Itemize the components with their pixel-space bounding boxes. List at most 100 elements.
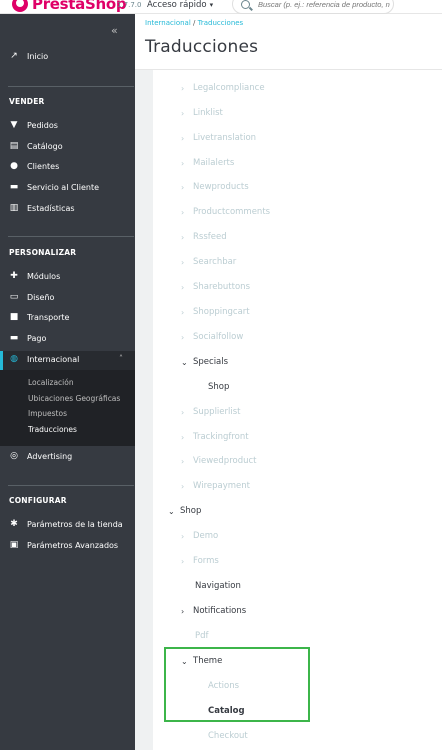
- tree-node-shop[interactable]: ⌄ Shop: [168, 506, 201, 516]
- sidebar-item-inicio[interactable]: ↗ Inicio: [8, 51, 48, 61]
- submenu-item-localizacion[interactable]: Localización: [28, 378, 74, 387]
- chevron-right-icon: ›: [181, 282, 185, 292]
- tree-node-label: Pdf: [195, 631, 209, 641]
- app-window: PrestaShop 1.7.7.0 Acceso rápido▾ « ↗ In…: [0, 0, 442, 750]
- tree-node-label: Sharebuttons: [193, 282, 250, 292]
- tree-node-pdf[interactable]: Pdf: [195, 631, 209, 641]
- tree-node-label: Productcomments: [193, 207, 271, 217]
- tree-node-label: Newproducts: [193, 182, 249, 192]
- tree-node-supplierlist[interactable]: › Supplierlist: [181, 407, 241, 417]
- sidebar-item-label: Diseño: [27, 292, 55, 302]
- tree-node-specials[interactable]: ⌄ Specials: [181, 357, 228, 367]
- breadcrumb-current[interactable]: Traducciones: [198, 19, 244, 27]
- sidebar-item-estadisticas[interactable]: ▥ Estadísticas: [8, 203, 75, 213]
- gear-icon: ✱: [10, 519, 18, 529]
- puzzle-icon: ✚: [10, 271, 18, 281]
- tree-node-navigation[interactable]: Navigation: [195, 581, 241, 591]
- tree-node-notifications[interactable]: › Notifications: [181, 606, 246, 616]
- sidebar-item-diseno[interactable]: ▭ Diseño: [8, 292, 55, 302]
- breadcrumb-link-internacional[interactable]: Internacional: [145, 19, 191, 27]
- tree-node-wirepayment[interactable]: › Wirepayment: [181, 481, 250, 491]
- tree-node-label: Shop: [180, 506, 202, 516]
- sidebar-item-transporte[interactable]: ■ Transporte: [8, 312, 70, 322]
- tree-node-viewedproduct[interactable]: › Viewedproduct: [181, 456, 257, 466]
- sidebar-item-servicio[interactable]: ▬ Servicio al Cliente: [8, 182, 99, 192]
- tree-node-sharebuttons[interactable]: › Sharebuttons: [181, 282, 250, 292]
- trending-up-icon: ↗: [10, 51, 18, 61]
- tree-node-checkout[interactable]: Checkout: [208, 731, 248, 741]
- submenu-item-traducciones[interactable]: Traducciones: [28, 425, 77, 434]
- tree-node-forms[interactable]: › Forms: [181, 556, 219, 566]
- shopping-basket-icon: ▼: [10, 120, 18, 130]
- sidebar-item-label: Módulos: [27, 271, 61, 281]
- sidebar-item-catalogo[interactable]: ▤ Catálogo: [8, 141, 63, 151]
- sidebar-item-label: Estadísticas: [27, 203, 75, 213]
- tree-node-shoppingcart[interactable]: › Shoppingcart: [181, 307, 250, 317]
- chevron-right-icon: ›: [181, 407, 185, 417]
- quick-access-dropdown[interactable]: Acceso rápido ▾: [147, 0, 213, 10]
- chevron-right-icon: ›: [181, 531, 185, 541]
- tree-node-demo[interactable]: › Demo: [181, 531, 218, 541]
- tree-node-mailalerts[interactable]: › Mailalerts: [181, 158, 234, 168]
- chevron-right-icon: ›: [181, 481, 185, 491]
- sidebar-item-label: Pedidos: [27, 120, 58, 130]
- tree-node-label: Demo: [193, 531, 219, 541]
- sidebar-item-parametros-tienda[interactable]: ✱ Parámetros de la tienda: [8, 519, 122, 529]
- tree-node-searchbar[interactable]: › Searchbar: [181, 257, 236, 267]
- tree-node-trackingfront[interactable]: › Trackingfront: [181, 432, 249, 442]
- search-box[interactable]: [232, 0, 394, 14]
- search-input[interactable]: [258, 0, 393, 9]
- settings-applications-icon: ▣: [9, 540, 19, 550]
- collapse-sidebar-icon[interactable]: «: [111, 24, 118, 37]
- truck-icon: ■: [9, 312, 19, 322]
- tree-node-label: Linklist: [193, 108, 223, 118]
- tree-node-label: Legalcompliance: [193, 83, 265, 93]
- prestashop-logo-icon: [12, 0, 28, 12]
- tree-node-specials-shop[interactable]: Shop: [208, 382, 229, 392]
- chevron-down-icon: ⌄: [181, 357, 188, 367]
- store-icon: ▤: [9, 141, 19, 151]
- chevron-right-icon: ›: [181, 158, 185, 168]
- tree-node-rssfeed[interactable]: › Rssfeed: [181, 232, 227, 242]
- chevron-right-icon: ›: [181, 257, 185, 267]
- tree-node-label: Navigation: [195, 581, 241, 591]
- tree-node-label: Livetranslation: [193, 133, 257, 143]
- submenu-item-ubicaciones[interactable]: Ubicaciones Geográficas: [28, 394, 120, 403]
- tree-node-legalcompliance[interactable]: › Legalcompliance: [181, 83, 265, 93]
- sidebar-item-label: Advertising: [27, 451, 73, 461]
- tree-node-label: Notifications: [193, 606, 247, 616]
- tree-node-label: Searchbar: [193, 257, 237, 267]
- sidebar-item-pago[interactable]: ▬ Pago: [8, 333, 47, 343]
- tree-node-label: Socialfollow: [193, 332, 244, 342]
- sidebar-item-label: Internacional: [27, 354, 80, 364]
- sidebar-divider: [8, 236, 134, 237]
- chevron-right-icon: ›: [181, 108, 185, 118]
- desktop-icon: ▭: [9, 292, 19, 302]
- sidebar-item-parametros-avanzados[interactable]: ▣ Parámetros Avanzados: [8, 540, 118, 550]
- top-bar: PrestaShop 1.7.7.0 Acceso rápido ▾: [0, 0, 442, 14]
- tree-node-productcomments[interactable]: › Productcomments: [181, 207, 270, 217]
- sidebar: « ↗ Inicio VENDER ▼ Pedidos ▤ Catálogo ●…: [0, 14, 135, 750]
- chevron-right-icon: ›: [181, 456, 185, 466]
- sidebar-item-pedidos[interactable]: ▼ Pedidos: [8, 120, 58, 130]
- section-configurar: CONFIGURAR: [9, 496, 67, 505]
- tree-node-label: Forms: [193, 556, 219, 566]
- tree-node-label: Checkout: [208, 731, 248, 741]
- sidebar-item-advertising[interactable]: ◎ Advertising: [8, 451, 72, 461]
- tree-node-livetranslation[interactable]: › Livetranslation: [181, 133, 256, 143]
- chevron-right-icon: ›: [181, 133, 185, 143]
- prestashop-logo[interactable]: PrestaShop: [12, 0, 127, 13]
- sidebar-item-internacional[interactable]: ◍ Internacional: [8, 354, 79, 364]
- submenu-item-impuestos[interactable]: Impuestos: [28, 409, 67, 418]
- chevron-up-icon: ˄: [119, 354, 123, 363]
- sidebar-item-clientes[interactable]: ● Clientes: [8, 161, 59, 171]
- sidebar-divider: [8, 86, 134, 87]
- tree-node-newproducts[interactable]: › Newproducts: [181, 182, 249, 192]
- tree-node-socialfollow[interactable]: › Socialfollow: [181, 332, 243, 342]
- sidebar-item-modulos[interactable]: ✚ Módulos: [8, 271, 60, 281]
- tree-node-label: Shoppingcart: [193, 307, 250, 317]
- tree-node-label: Specials: [193, 357, 229, 367]
- chat-icon: ▬: [9, 182, 19, 192]
- sidebar-item-label: Parámetros Avanzados: [27, 540, 119, 550]
- tree-node-linklist[interactable]: › Linklist: [181, 108, 223, 118]
